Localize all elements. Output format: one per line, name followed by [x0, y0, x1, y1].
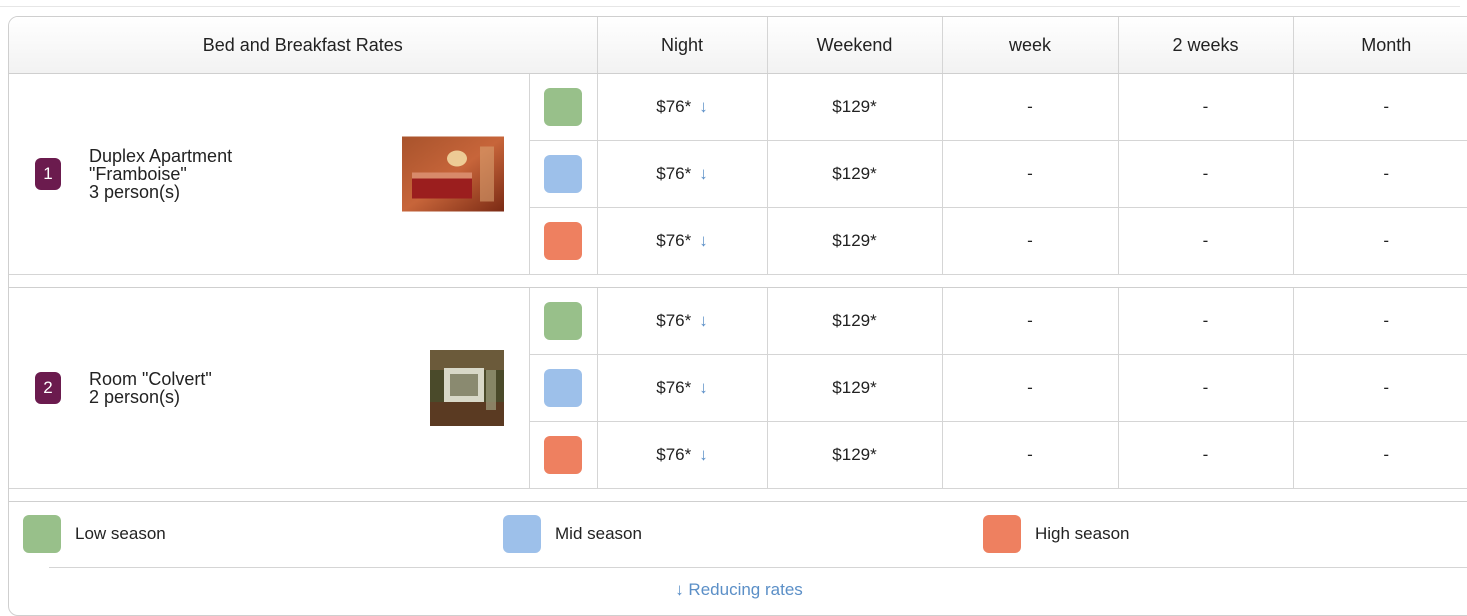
- room-name: Room "Colvert": [89, 369, 212, 389]
- week-rate: -: [941, 287, 1118, 355]
- two-weeks-rate: -: [1117, 421, 1293, 489]
- row-spacer: [9, 274, 1467, 288]
- legend-mid: Mid season: [503, 515, 642, 553]
- month-rate: -: [1292, 354, 1467, 422]
- col-weekend: Weekend: [766, 17, 942, 74]
- season-swatch-high: [528, 207, 597, 275]
- month-rate: -: [1292, 73, 1467, 141]
- week-rate: -: [941, 73, 1118, 141]
- month-rate: -: [1292, 287, 1467, 355]
- season-swatch-low: [528, 287, 597, 355]
- rates-panel: Bed and Breakfast Rates Night Weekend we…: [8, 16, 1467, 616]
- mid-season-swatch: [503, 515, 541, 553]
- room-description: Room "Colvert" 2 person(s): [89, 370, 329, 406]
- night-rate: $76* ↓: [596, 421, 767, 489]
- room-photo-framboise[interactable]: [402, 136, 504, 212]
- legend-high: High season: [983, 515, 1130, 553]
- arrow-down-icon: ↓: [699, 378, 708, 397]
- two-weeks-rate: -: [1117, 140, 1293, 208]
- night-rate: $76* ↓: [596, 287, 767, 355]
- legend-divider: [49, 567, 1467, 568]
- legend-low: Low season: [23, 515, 166, 553]
- low-season-swatch: [23, 515, 61, 553]
- week-rate: -: [941, 207, 1118, 275]
- room-description: Duplex Apartment "Framboise" 3 person(s): [89, 147, 329, 201]
- table-row: 2 Room "Colvert" 2 person(s) $76* ↓ $129…: [9, 287, 1467, 489]
- col-month: Month: [1292, 17, 1467, 74]
- col-2weeks: 2 weeks: [1117, 17, 1293, 74]
- rates-table: Bed and Breakfast Rates Night Weekend we…: [9, 17, 1467, 502]
- weekend-rate: $129*: [766, 354, 942, 422]
- season-swatch-low: [528, 73, 597, 141]
- arrow-down-icon: ↓: [699, 231, 708, 250]
- legend-low-label: Low season: [75, 524, 166, 543]
- weekend-rate: $129*: [766, 287, 942, 355]
- arrow-down-icon: ↓: [699, 164, 708, 183]
- room-capacity: 2 person(s): [89, 387, 181, 407]
- two-weeks-rate: -: [1117, 73, 1293, 141]
- two-weeks-rate: -: [1117, 207, 1293, 275]
- col-week: week: [941, 17, 1118, 74]
- room-capacity: 3 person(s): [89, 182, 181, 202]
- arrow-down-icon: ↓: [699, 97, 708, 116]
- room-cell-colvert: 2 Room "Colvert" 2 person(s): [9, 287, 529, 489]
- week-rate: -: [941, 354, 1118, 422]
- room-number-badge: 2: [35, 372, 61, 404]
- month-rate: -: [1292, 207, 1467, 275]
- season-swatch-mid: [528, 140, 597, 208]
- row-spacer: [9, 488, 1467, 502]
- night-rate: $76* ↓: [596, 140, 767, 208]
- week-rate: -: [941, 140, 1118, 208]
- table-header-row: Bed and Breakfast Rates Night Weekend we…: [9, 17, 1467, 74]
- night-rate: $76* ↓: [596, 73, 767, 141]
- legend-mid-label: Mid season: [555, 524, 642, 543]
- room-name-cont: "Framboise": [89, 164, 187, 184]
- top-divider: [0, 6, 1460, 7]
- month-rate: -: [1292, 421, 1467, 489]
- room-cell-framboise: 1 Duplex Apartment "Framboise" 3 person(…: [9, 73, 529, 275]
- col-night: Night: [596, 17, 767, 74]
- weekend-rate: $129*: [766, 140, 942, 208]
- arrow-down-icon: ↓: [699, 445, 708, 464]
- season-swatch-high: [528, 421, 597, 489]
- night-rate: $76* ↓: [596, 207, 767, 275]
- month-rate: -: [1292, 140, 1467, 208]
- arrow-down-icon: ↓: [699, 311, 708, 330]
- night-rate: $76* ↓: [596, 354, 767, 422]
- week-rate: -: [941, 421, 1118, 489]
- room-photo-colvert[interactable]: [430, 350, 504, 426]
- legend-high-label: High season: [1035, 524, 1130, 543]
- table-title: Bed and Breakfast Rates: [9, 17, 597, 74]
- weekend-rate: $129*: [766, 73, 942, 141]
- reducing-rates-note: ↓ Reducing rates: [675, 580, 803, 599]
- season-legend: Low season Mid season High season ↓ Redu…: [9, 503, 1467, 615]
- high-season-swatch: [983, 515, 1021, 553]
- two-weeks-rate: -: [1117, 287, 1293, 355]
- room-name: Duplex Apartment: [89, 146, 233, 166]
- table-row: 1 Duplex Apartment "Framboise" 3 person(…: [9, 73, 1467, 275]
- weekend-rate: $129*: [766, 207, 942, 275]
- season-swatch-mid: [528, 354, 597, 422]
- room-number-badge: 1: [35, 158, 61, 190]
- two-weeks-rate: -: [1117, 354, 1293, 422]
- weekend-rate: $129*: [766, 421, 942, 489]
